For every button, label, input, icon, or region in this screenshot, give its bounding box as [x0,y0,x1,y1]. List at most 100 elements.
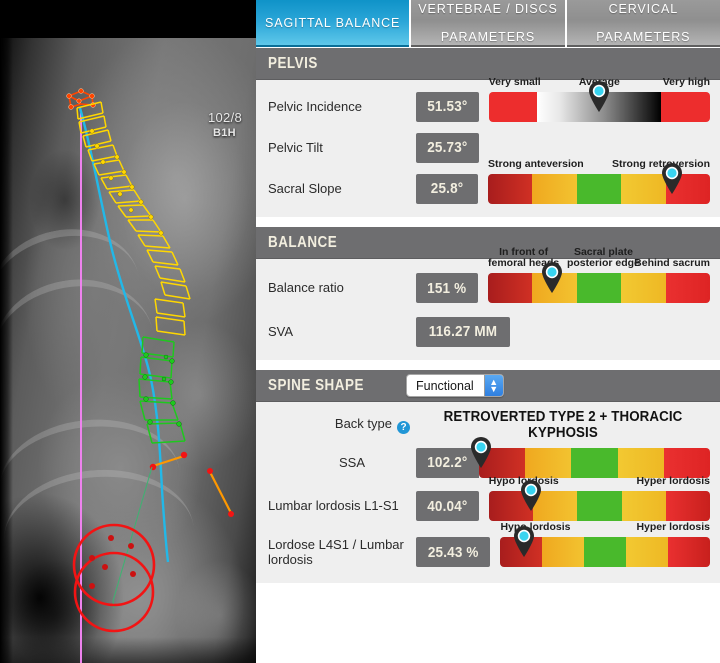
section-spine-shape-body: Back type? RETROVERTED TYPE 2 + THORACIC… [256,402,720,583]
section-divider [256,217,720,227]
spine-shape-mode-value: Functional [407,375,484,396]
value-balance-ratio-text: 151 % [427,280,466,297]
value-sva-text: 116.27 MM [429,323,497,340]
hip-axis-point [207,468,213,474]
gauge-segment-low [489,92,538,122]
row-lordose-l4s1-lumbar-lordosis: Lordose L4S1 / Lumbar lordosis 25.43 % H… [256,529,720,575]
gauge-segment-5 [668,537,710,567]
value-lumbar-lordosis-l1-s1: 40.04° [416,491,479,521]
help-icon[interactable]: ? [397,421,410,434]
value-pelvic-tilt: 25.73° [416,133,479,163]
row-lumbar-lordosis-l1-s1: Lumbar lordosis L1-S1 40.04° Hypo lordos… [256,483,720,529]
gauge-ssa[interactable] [479,448,710,478]
row-sacral-slope: Sacral Slope 25.8° Strong anteversion St… [256,168,720,209]
row-sva: SVA 116.27 MM [256,311,720,352]
tab-vertebrae-discs-parameters[interactable]: VERTEBRAE / DISCS PARAMETERS [411,0,564,47]
panel-body: PELVIS Pelvic Incidence 51.53° Very smal… [256,48,720,663]
tab-cervical-parameters[interactable]: CERVICAL PARAMETERS [567,0,720,47]
tab-cervical-label-line2: PARAMETERS [596,30,690,44]
gauge-segment-2 [533,491,577,521]
gauge-sacral-slope-bar[interactable] [488,174,710,204]
gauge-segment-2 [532,273,576,303]
hip-axis-point [228,511,234,517]
sagittal-balance-app: 102/8 B1H [0,0,720,663]
gauge-segment-1 [488,273,532,303]
gauge-balance-ratio-labels: In front of femoral heads Sacral plate p… [488,258,710,272]
tab-vertebrae-discs-label-line1: VERTEBRAE / DISCS [418,2,557,16]
section-spine-shape-title: SPINE SHAPE [268,377,364,395]
section-balance-title: BALANCE [268,234,337,252]
femoral-head-circles [74,525,154,631]
femoral-head-points [89,535,136,589]
gauge-segment-1 [479,448,525,478]
gauge-segment-4 [626,537,668,567]
measurement-overlay[interactable] [0,0,256,663]
value-lordose-l4s1-text: 25.43 % [428,544,479,561]
gauge-segment-4 [621,174,665,204]
value-pelvic-incidence: 51.53° [416,92,479,122]
gauge-segment-gradient [537,92,661,122]
section-pelvis-title: PELVIS [268,55,318,73]
chevron-updown-icon[interactable]: ▲▼ [484,375,503,396]
row-lordose-l4s1-label: Lordose L4S1 / Lumbar lordosis [268,537,416,568]
row-pelvic-tilt-label: Pelvic Tilt [268,140,416,155]
tab-cervical-label-line1: CERVICAL [596,2,690,16]
sacral-plate-line [153,456,184,466]
gauge-segment-3 [571,448,617,478]
value-balance-ratio: 151 % [416,273,478,303]
gauge-sacral-slope[interactable]: Strong anteversion Strong retroversion [488,174,710,204]
gauge-lumbar-lordosis-l1-s1[interactable]: Hypo lordosis Hyper lordosis [489,491,710,521]
section-spine-shape: SPINE SHAPE Functional ▲▼ Back type? [256,370,720,583]
tab-vertebrae-discs-label-line2: PARAMETERS [418,30,557,44]
gauge-segment-5 [666,174,710,204]
gauge-segment-1 [489,491,533,521]
thoracic-vertebra-points [90,129,163,235]
gauge-balance-ratio-bar[interactable] [488,273,710,303]
xray-image: 102/8 B1H [0,0,256,663]
gauge-segment-5 [664,448,710,478]
sacral-plate-point [150,464,156,470]
gauge-balance-ratio[interactable]: In front of femoral heads Sacral plate p… [488,273,710,303]
thoracic-vertebra-markers [77,102,190,335]
hip-axis-line [210,472,231,513]
row-sva-label: SVA [268,324,416,339]
gauge-lumbar-lordosis-bar[interactable] [489,491,710,521]
value-pelvic-incidence-text: 51.53° [427,98,467,115]
gauge-label-behind-sacrum: Behind sacrum [634,258,710,269]
gauge-pelvic-incidence-bar[interactable] [489,92,710,122]
spine-shape-mode-select[interactable]: Functional ▲▼ [406,374,504,397]
row-ssa: SSA 102.2° [256,442,720,483]
gauge-lordose-l4s1[interactable]: Hypo lordosis Hyper lordosis [500,537,710,567]
value-back-type: RETROVERTED TYPE 2 + THORACIC KYPHOSIS [428,409,698,441]
value-sva: 116.27 MM [416,317,510,347]
gauge-segment-5 [666,491,710,521]
gauge-lordose-l4s1-bar[interactable] [500,537,710,567]
gauge-segment-2 [525,448,571,478]
row-back-type-label: Back type? [268,416,416,434]
row-back-type: Back type? RETROVERTED TYPE 2 + THORACIC… [256,408,720,442]
gauge-segment-3 [584,537,626,567]
gauge-ssa-bar[interactable] [479,448,710,478]
gauge-segment-3 [577,273,621,303]
gauge-segment-high [661,92,710,122]
gauge-segment-3 [577,174,621,204]
gauge-segment-3 [577,491,621,521]
row-pelvic-incidence-label: Pelvic Incidence [268,99,416,114]
sacral-plate-point [181,452,187,458]
section-balance-header: BALANCE [256,227,720,259]
tab-sagittal-balance[interactable]: SAGITTAL BALANCE [256,0,409,47]
xray-viewer[interactable]: 102/8 B1H [0,0,256,663]
gauge-segment-4 [621,273,665,303]
section-pelvis-body: Pelvic Incidence 51.53° Very small Avera… [256,80,720,217]
value-lumbar-lordosis-l1-s1-text: 40.04° [427,498,467,515]
gauge-pelvic-incidence[interactable]: Very small Average Very high [489,92,710,122]
value-lordose-l4s1: 25.43 % [416,537,490,567]
gauge-segment-2 [542,537,584,567]
gauge-segment-2 [532,174,576,204]
section-spine-shape-header: SPINE SHAPE Functional ▲▼ [256,370,720,402]
spine-midline-spline [80,108,168,562]
row-lumbar-lordosis-l1-s1-label: Lumbar lordosis L1-S1 [268,498,416,513]
section-pelvis-header: PELVIS [256,48,720,80]
section-pelvis: PELVIS Pelvic Incidence 51.53° Very smal… [256,48,720,217]
row-back-type-label-text: Back type [335,416,392,431]
